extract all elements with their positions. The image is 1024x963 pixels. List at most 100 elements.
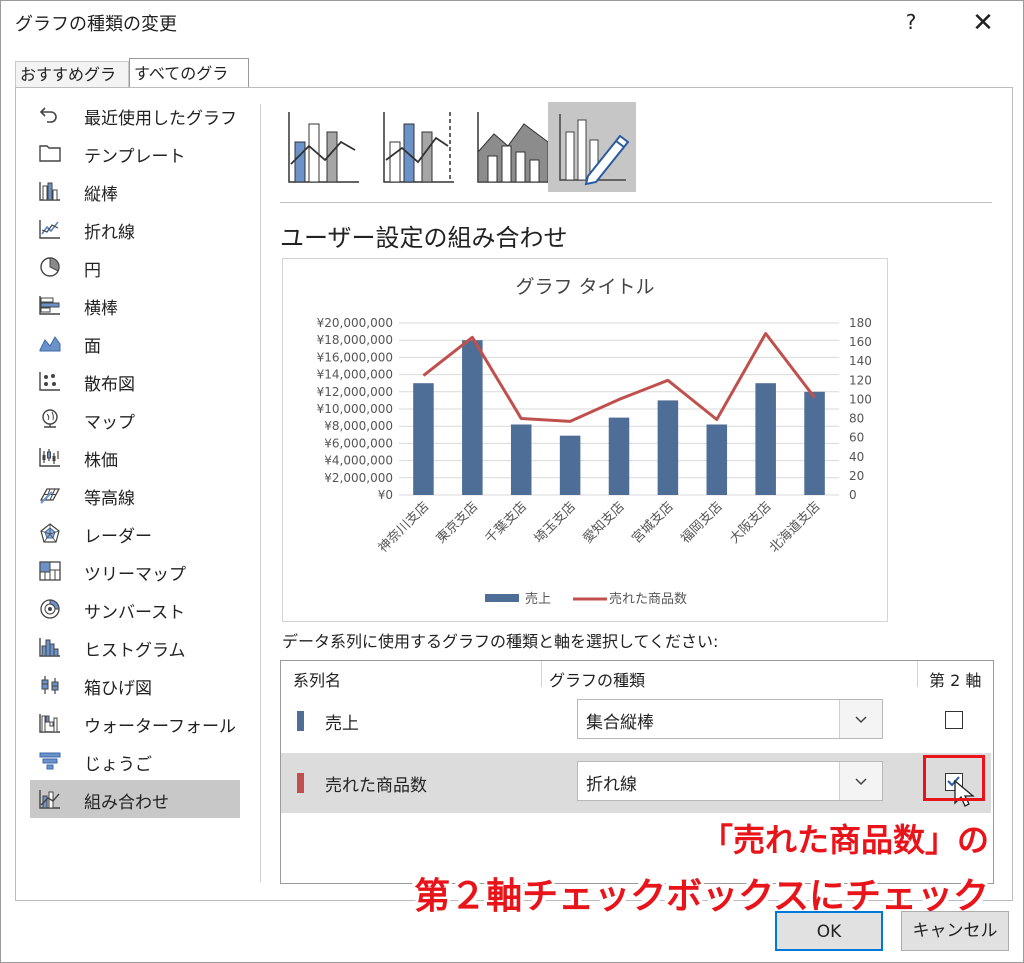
sidebar-item-label: 箱ひげ図 — [84, 679, 152, 699]
sidebar-item-template[interactable]: テンプレート — [30, 134, 240, 172]
y-tick-label: ¥18,000,000 — [317, 333, 393, 347]
sidebar-item-sunburst[interactable]: サンバースト — [30, 590, 240, 628]
line-chart-icon — [39, 220, 60, 239]
column-chart-icon — [39, 182, 60, 201]
x-tick-label: 東京支店 — [433, 499, 481, 547]
y2-tick-label: 40 — [849, 450, 864, 464]
template-folder-icon — [39, 145, 61, 162]
chart-title: グラフ タイトル — [515, 276, 654, 298]
chart-type-dropdown-items-sold[interactable]: 折れ線 — [577, 761, 883, 801]
y2-tick-label: 80 — [849, 412, 864, 426]
x-tick-label: 愛知支店 — [580, 499, 628, 547]
sidebar-item-column[interactable]: 縦棒 — [30, 172, 240, 210]
series-name: 売れた商品数 — [325, 776, 427, 796]
sidebar-item-label: マップ — [84, 413, 135, 433]
dropdown-button[interactable] — [839, 762, 882, 800]
y-tick-label: ¥0 — [378, 488, 393, 502]
y-tick-label: ¥20,000,000 — [317, 316, 393, 330]
y2-tick-label: 120 — [849, 373, 872, 387]
sidebar-item-label: ツリーマップ — [84, 565, 186, 585]
dropdown-value: 折れ線 — [586, 775, 637, 795]
y-tick-label: ¥16,000,000 — [317, 350, 393, 364]
chart-type-dropdown-sales[interactable]: 集合縦棒 — [577, 699, 883, 739]
series-row-items-sold: 売れた商品数 折れ線 — [281, 753, 991, 813]
ok-button[interactable]: OK — [775, 911, 883, 951]
x-tick-label: 北海道支店 — [767, 499, 824, 556]
sunburst-icon — [40, 599, 60, 619]
y2-tick-label: 0 — [849, 488, 857, 502]
x-tick-label: 大阪支店 — [727, 499, 774, 546]
all-charts-panel: 最近使用したグラフ テンプレート 縦棒 折れ線 円 横棒 面 散布図 マップ 株… — [15, 87, 1013, 901]
highlight-box — [923, 755, 985, 801]
y-tick-label: ¥4,000,000 — [324, 454, 393, 468]
bar — [706, 424, 728, 495]
bar — [559, 435, 581, 495]
sidebar-item-label: 面 — [84, 337, 101, 357]
scatter-chart-icon — [39, 372, 60, 391]
sidebar-item-treemap[interactable]: ツリーマップ — [30, 552, 240, 590]
tab-recommended[interactable]: おすすめグラフ — [15, 61, 129, 110]
sidebar-item-waterfall[interactable]: ウォーターフォール — [30, 704, 240, 742]
bar — [462, 340, 483, 495]
legend-label: 売れた商品数 — [609, 591, 687, 607]
secondary-axis-checkbox-sales[interactable] — [945, 711, 963, 729]
sidebar-item-stock[interactable]: 株価 — [30, 438, 240, 476]
sidebar-item-map[interactable]: マップ — [30, 400, 240, 438]
waterfall-icon — [39, 714, 60, 733]
preview-chart: グラフ タイトル ¥20,000,000 ¥18,000,000 ¥16,000,0… — [317, 276, 872, 607]
sidebar-item-histogram[interactable]: ヒストグラム — [30, 628, 240, 666]
sidebar-item-combo[interactable]: 組み合わせ — [30, 780, 240, 818]
series-row-sales: 売上 集合縦棒 — [281, 691, 991, 751]
chevron-down-icon — [855, 778, 867, 786]
subtype-column-line-secondary[interactable] — [374, 102, 462, 192]
column-header-chart-type: グラフの種類 — [549, 671, 646, 690]
sidebar-item-radar[interactable]: レーダー — [30, 514, 240, 552]
subtype-custom-combination[interactable] — [548, 102, 636, 192]
sidebar-item-surface[interactable]: 等高線 — [30, 476, 240, 514]
close-button[interactable]: ✕ — [963, 7, 1003, 39]
series-color-swatch — [297, 773, 304, 793]
dropdown-button[interactable] — [839, 700, 882, 738]
y2-tick-label: 100 — [849, 392, 872, 406]
chevron-down-icon — [855, 716, 867, 724]
sidebar-item-bar[interactable]: 横棒 — [30, 286, 240, 324]
legend-label: 売上 — [525, 591, 551, 607]
legend-swatch-bar — [485, 594, 519, 602]
title-bar: グラフの種類の変更 ? ✕ — [1, 1, 1023, 45]
sidebar-item-label: ヒストグラム — [84, 641, 186, 661]
column-header-series-name: 系列名 — [293, 671, 342, 690]
sidebar-item-pie[interactable]: 円 — [30, 248, 240, 286]
sidebar-item-label: 円 — [84, 261, 101, 281]
subtype-clustered-column-line[interactable] — [279, 102, 367, 192]
sidebar-item-scatter[interactable]: 散布図 — [30, 362, 240, 400]
bar — [755, 383, 776, 495]
bar — [804, 391, 825, 495]
y-tick-label: ¥2,000,000 — [324, 471, 393, 485]
y-tick-label: ¥12,000,000 — [317, 385, 393, 399]
sidebar-item-area[interactable]: 面 — [30, 324, 240, 362]
pie-chart-icon — [40, 257, 60, 277]
sidebar-item-box-whisker[interactable]: 箱ひげ図 — [30, 666, 240, 704]
tab-all-charts[interactable]: すべてのグラフ — [129, 58, 249, 113]
change-chart-type-dialog: グラフの種類の変更 ? ✕ おすすめグラフ すべてのグラフ 最近使用したグラフ … — [0, 0, 1024, 963]
sidebar-item-label: サンバースト — [84, 603, 186, 623]
sidebar-item-line[interactable]: 折れ線 — [30, 210, 240, 248]
sidebar-item-label: 折れ線 — [84, 223, 135, 243]
bar — [608, 417, 630, 495]
subtype-stacked-area-column[interactable] — [468, 102, 556, 192]
treemap-icon — [39, 561, 61, 581]
help-button[interactable]: ? — [896, 7, 926, 37]
sidebar-item-label: 組み合わせ — [84, 793, 169, 813]
histogram-icon — [39, 638, 60, 657]
radar-chart-icon — [40, 523, 60, 543]
y-tick-label: ¥10,000,000 — [317, 402, 393, 416]
sidebar-item-funnel[interactable]: じょうご — [30, 742, 240, 780]
cancel-button[interactable]: キャンセル — [901, 911, 1009, 951]
y-tick-label: ¥6,000,000 — [324, 436, 393, 450]
annotation-line-1: 「売れた商品数」の — [700, 821, 989, 859]
custom-combo-pencil-icon — [559, 114, 630, 186]
series-select-instruction: データ系列に使用するグラフの種類と軸を選択してください: — [282, 632, 719, 651]
y2-tick-label: 160 — [849, 335, 872, 349]
sidebar-item-recent[interactable]: 最近使用したグラフ — [30, 96, 240, 134]
dropdown-value: 集合縦棒 — [586, 713, 654, 733]
